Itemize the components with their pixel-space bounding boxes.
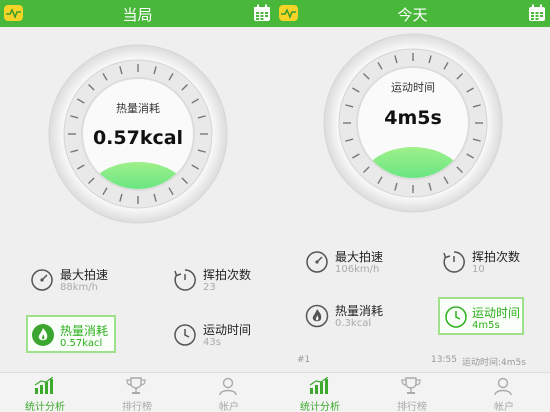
stat-value: 23 [203, 282, 216, 293]
bar-chart-icon [309, 377, 329, 394]
user-icon [219, 377, 237, 395]
gauge-value: 4m5s [384, 107, 442, 129]
flame-icon [32, 324, 54, 346]
stat-value: 0.3kcal [335, 318, 372, 329]
history-record-row[interactable]: #1 13:55 运动时间:4m5s [275, 353, 550, 369]
stat-label: 运动时间 [203, 323, 252, 337]
stat-label: 最大拍速 [335, 250, 384, 264]
stat-max-speed[interactable]: 最大拍速 106km/h [305, 248, 425, 282]
flame-icon [305, 304, 329, 328]
page-title: 当局 [122, 6, 153, 24]
stat-exercise-time[interactable]: 运动时间 4m5s [438, 297, 524, 335]
stat-calories[interactable]: 热量消耗 0.3kcal [305, 302, 425, 336]
gauge-value: 0.57kcal [92, 127, 184, 149]
stat-value: 10 [472, 264, 485, 275]
tab-label: 统计分析 [300, 402, 340, 412]
gauge-label: 运动时间 [391, 81, 435, 94]
speedometer-icon [31, 269, 53, 291]
calendar-icon[interactable] [528, 4, 546, 22]
speedometer-icon [306, 251, 328, 273]
stat-exercise-time[interactable]: 运动时间 43s [173, 321, 268, 355]
stat-label: 热量消耗 [335, 304, 384, 318]
stat-max-speed[interactable]: 最大拍速 88km/h [30, 266, 150, 300]
stat-label: 挥拍次数 [203, 268, 252, 282]
stat-swing-count[interactable]: 挥拍次数 10 [442, 248, 542, 282]
tab-account[interactable]: 帐户 [184, 373, 274, 412]
top-bar: 今天 [275, 0, 550, 27]
screen-current-round: 当局 热量消耗 0.57kcal 最大拍速 88km/h 挥拍次数 23 热量消… [0, 0, 275, 412]
phone-screens: 当局 热量消耗 0.57kcal 最大拍速 88km/h 挥拍次数 23 热量消… [0, 0, 550, 412]
stat-value: 43s [203, 337, 221, 348]
tab-label: 帐户 [219, 402, 239, 412]
trophy-icon [126, 377, 146, 394]
bar-chart-icon [34, 377, 54, 394]
calendar-icon[interactable] [253, 4, 271, 22]
bottom-tab-bar: 统计分析 排行榜 帐户 [275, 372, 550, 412]
gauge-dial: 热量消耗 0.57kcal [48, 44, 228, 224]
swing-count-icon [174, 269, 196, 291]
trophy-icon [401, 377, 421, 394]
stat-value: 4m5s [472, 320, 500, 331]
gauge-dial: 运动时间 4m5s [323, 33, 503, 213]
stat-label: 运动时间 [472, 306, 521, 320]
record-time: 13:55 [431, 355, 457, 365]
stat-label: 最大拍速 [60, 268, 109, 282]
tab-account[interactable]: 帐户 [459, 373, 549, 412]
stat-calories[interactable]: 热量消耗 0.57kacl [26, 315, 116, 353]
gauge-label: 热量消耗 [116, 102, 160, 115]
top-bar: 当局 [0, 0, 275, 27]
stat-value: 88km/h [60, 282, 98, 293]
tab-leaderboard[interactable]: 排行榜 [92, 373, 182, 412]
clock-icon [445, 306, 467, 328]
screen-today: 今天 运动时间 4m5s 最大拍速 106km/h 挥拍次数 10 热量消耗 0… [275, 0, 550, 412]
swing-count-icon [443, 251, 465, 273]
tab-leaderboard[interactable]: 排行榜 [367, 373, 457, 412]
tab-label: 排行榜 [122, 402, 152, 412]
record-duration: 运动时间:4m5s [462, 358, 526, 368]
clock-icon [174, 324, 196, 346]
stat-swing-count[interactable]: 挥拍次数 23 [173, 266, 268, 300]
stat-value: 0.57kacl [60, 338, 103, 349]
tab-label: 帐户 [494, 402, 514, 412]
tab-label: 排行榜 [397, 402, 427, 412]
stat-label: 热量消耗 [60, 324, 109, 338]
stat-value: 106km/h [335, 264, 380, 275]
bottom-tab-bar: 统计分析 排行榜 帐户 [0, 372, 275, 412]
tab-label: 统计分析 [25, 402, 65, 412]
tab-statistics[interactable]: 统计分析 [0, 373, 90, 412]
stat-label: 挥拍次数 [472, 250, 521, 264]
record-index: #1 [297, 355, 311, 365]
page-title: 今天 [397, 6, 428, 24]
tab-statistics[interactable]: 统计分析 [275, 373, 365, 412]
user-icon [494, 377, 512, 395]
